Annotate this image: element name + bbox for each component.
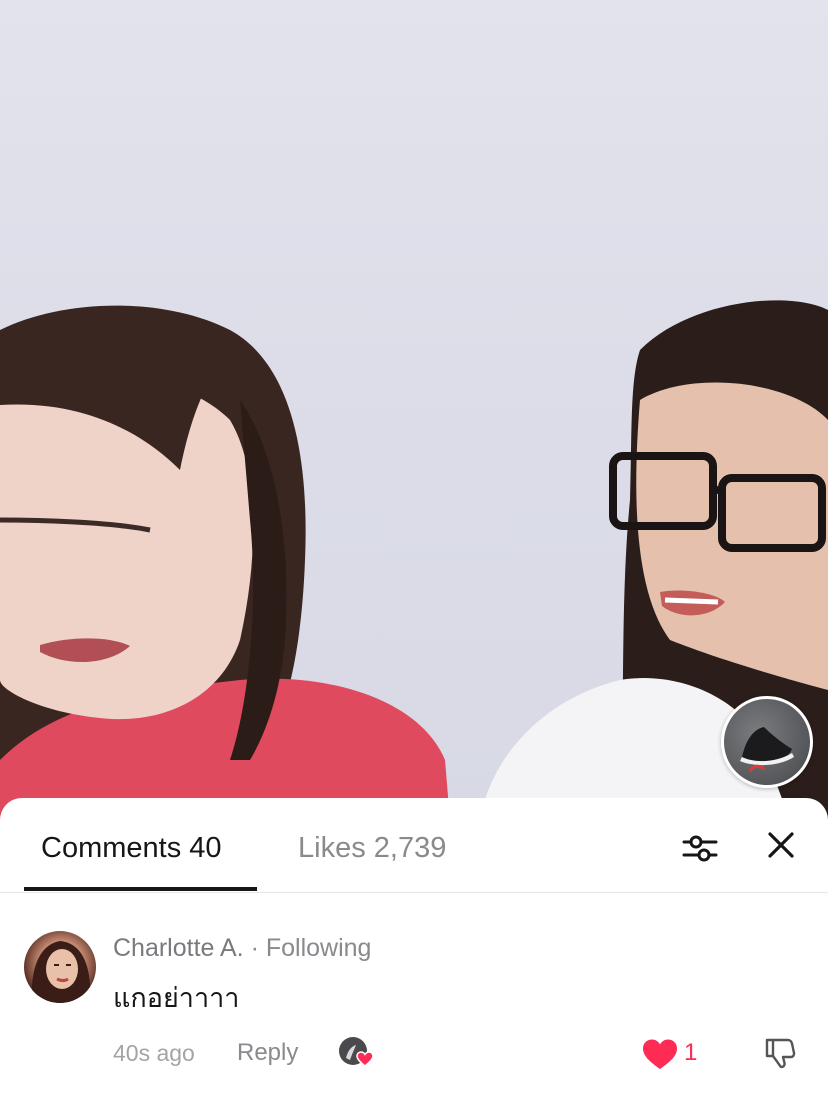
following-label: Following — [265, 934, 372, 962]
video-frame — [0, 300, 828, 820]
like-count: 1 — [684, 1039, 698, 1066]
thumbs-down-icon — [765, 1038, 796, 1069]
reply-button[interactable]: Reply — [237, 1038, 298, 1068]
comment-header: Charlotte A. · Following — [113, 933, 371, 963]
commenter-name[interactable]: Charlotte A. — [113, 934, 244, 962]
comments-sheet: Comments 40 Likes 2,739 Charlotte A. · F… — [0, 798, 828, 1104]
comment-actions: 40s ago Reply 1 — [0, 1036, 828, 1070]
close-icon — [768, 832, 794, 858]
dislike-button[interactable] — [762, 1036, 796, 1070]
header-separator: · — [243, 934, 266, 962]
sneaker-icon — [740, 727, 794, 772]
active-tab-indicator — [24, 887, 257, 891]
comment-item: Charlotte A. · Following แกอย่าาาา — [0, 893, 828, 1104]
creator-liked-badge — [338, 1036, 374, 1068]
sliders-icon — [682, 835, 718, 862]
avatar-portrait — [31, 941, 91, 1003]
tab-bar: Comments 40 Likes 2,739 — [0, 798, 828, 893]
filter-button[interactable] — [680, 828, 720, 868]
commenter-avatar[interactable] — [24, 931, 96, 1003]
tab-likes[interactable]: Likes 2,739 — [298, 830, 446, 866]
close-button[interactable] — [762, 826, 800, 864]
comment-timestamp: 40s ago — [113, 1040, 195, 1066]
mini-profile-avatar[interactable] — [721, 696, 813, 788]
like-button[interactable] — [641, 1038, 679, 1070]
tab-comments[interactable]: Comments 40 — [41, 830, 222, 866]
video-player[interactable] — [0, 0, 828, 820]
heart-icon — [643, 1039, 677, 1069]
comment-text: แกอย่าาาา — [113, 983, 240, 1013]
creator-heart-icon — [339, 1037, 374, 1067]
